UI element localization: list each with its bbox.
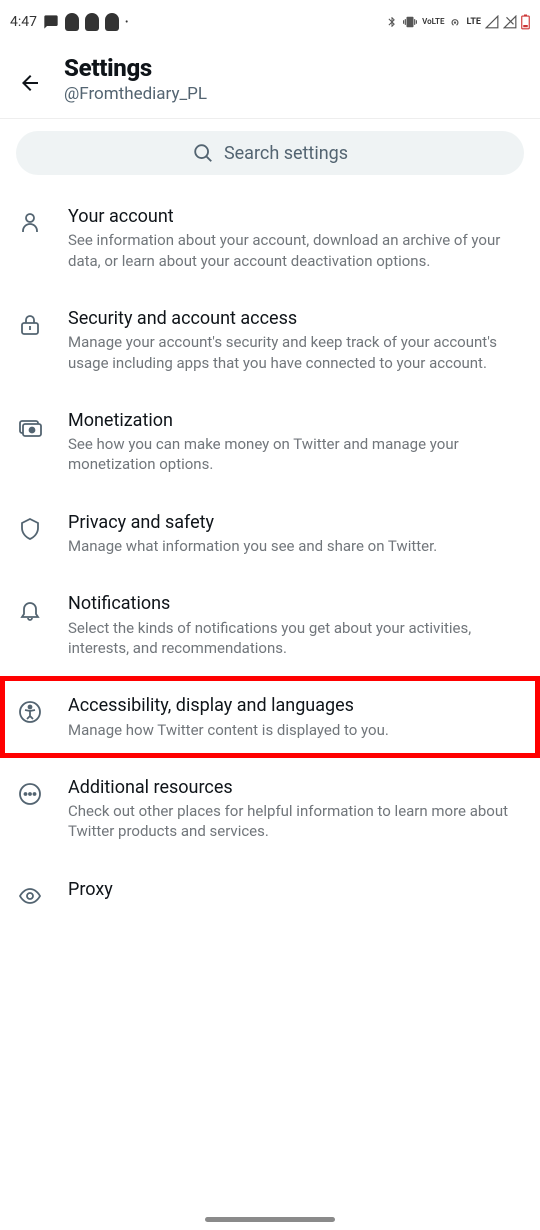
item-content: Notifications Select the kinds of notifi… [68,592,522,658]
settings-item-security[interactable]: Security and account access Manage your … [0,289,540,391]
snapchat-icon [105,13,119,31]
eye-icon [18,884,42,908]
signal-icon [485,15,499,29]
accessibility-icon [18,700,42,724]
status-right: VoLTE LTE [386,14,530,30]
settings-item-your-account[interactable]: Your account See information about your … [0,187,540,289]
message-icon [43,14,59,30]
item-desc: Manage how Twitter content is displayed … [68,720,522,740]
item-title: Proxy [68,878,522,901]
header-text: Settings @Fromthediary_PL [64,54,207,104]
page-subtitle: @Fromthediary_PL [64,84,207,104]
header: Settings @Fromthediary_PL [0,44,540,119]
search-placeholder: Search settings [224,143,348,164]
item-title: Privacy and safety [68,511,522,534]
snapchat-icon [65,13,79,31]
signal-icon-2 [503,15,517,29]
item-content: Additional resources Check out other pla… [68,776,522,842]
search-icon [192,142,214,164]
money-icon [18,415,42,439]
shield-icon [18,517,42,541]
settings-item-proxy[interactable]: Proxy [0,860,540,926]
page-title: Settings [64,54,207,82]
settings-item-privacy[interactable]: Privacy and safety Manage what informati… [0,493,540,575]
status-left: 4:47 • [10,13,128,31]
battery-icon [521,14,530,30]
item-content: Proxy [68,878,522,901]
settings-item-accessibility[interactable]: Accessibility, display and languages Man… [0,676,540,758]
lte-label: LTE [466,17,481,27]
item-content: Accessibility, display and languages Man… [68,694,522,740]
volte-label: VoLTE [422,18,444,25]
snapchat-icon [85,13,99,31]
clock-text: 4:47 [10,14,37,30]
item-desc: Manage your account's security and keep … [68,332,522,373]
dot-indicator: • [125,17,128,28]
settings-list: Your account See information about your … [0,187,540,926]
item-content: Security and account access Manage your … [68,307,522,373]
item-title: Monetization [68,409,522,432]
item-title: Accessibility, display and languages [68,694,522,717]
lock-icon [18,313,42,337]
item-content: Privacy and safety Manage what informati… [68,511,522,557]
item-desc: See information about your account, down… [68,230,522,271]
vibrate-icon [402,15,418,29]
back-button[interactable] [18,71,42,95]
home-indicator[interactable] [205,1217,335,1222]
item-desc: See how you can make money on Twitter an… [68,434,522,475]
item-content: Monetization See how you can make money … [68,409,522,475]
more-circle-icon [18,782,42,806]
item-title: Your account [68,205,522,228]
settings-item-notifications[interactable]: Notifications Select the kinds of notifi… [0,574,540,676]
item-content: Your account See information about your … [68,205,522,271]
item-desc: Manage what information you see and shar… [68,536,522,556]
settings-item-additional-resources[interactable]: Additional resources Check out other pla… [0,758,540,860]
bluetooth-icon [386,15,398,29]
item-title: Additional resources [68,776,522,799]
item-desc: Select the kinds of notifications you ge… [68,618,522,659]
item-title: Security and account access [68,307,522,330]
bell-icon [18,598,42,622]
item-desc: Check out other places for helpful infor… [68,801,522,842]
person-icon [18,211,42,235]
hotspot-icon [448,15,462,29]
status-bar: 4:47 • VoLTE LTE [0,0,540,44]
item-title: Notifications [68,592,522,615]
settings-item-monetization[interactable]: Monetization See how you can make money … [0,391,540,493]
search-input[interactable]: Search settings [16,131,524,175]
search-container: Search settings [0,119,540,187]
